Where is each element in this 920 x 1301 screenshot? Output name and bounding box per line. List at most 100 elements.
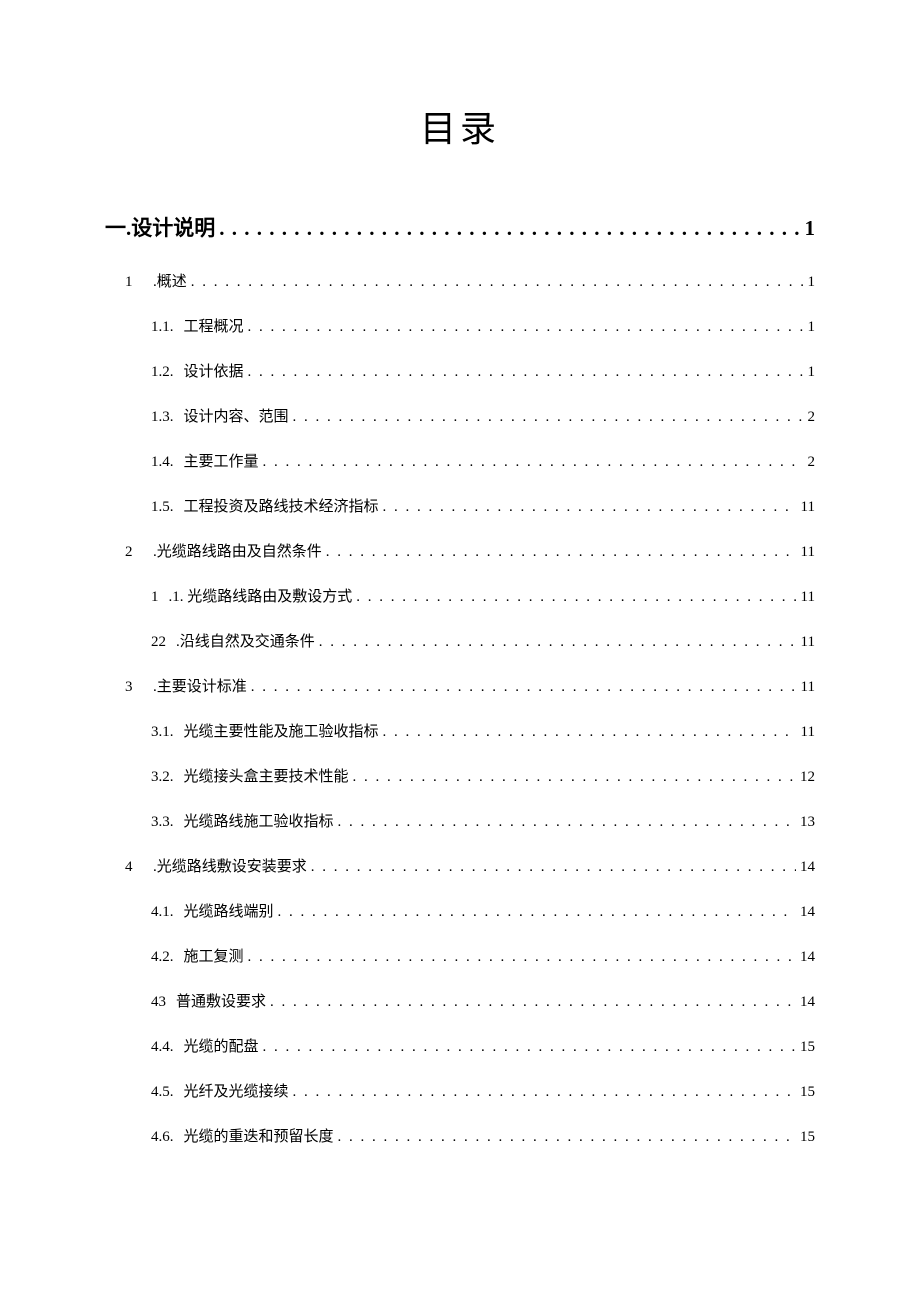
toc-leader-dots: [278, 904, 796, 921]
toc-entry-text: 光缆主要性能及施工验收指标: [184, 720, 379, 741]
toc-entry-text: 主要工作量: [184, 450, 259, 471]
toc-leader-dots: [293, 409, 804, 426]
toc-entry-text: 光缆路线端别: [184, 900, 274, 921]
toc-entry: 2 .光缆路线路由及自然条件 11: [125, 540, 815, 561]
toc-entry-number: 一.: [105, 212, 131, 242]
toc-entry-text: .1. 光缆路线路由及敷设方式: [169, 585, 353, 606]
toc-leader-dots: [293, 1084, 796, 1101]
toc-leader-dots: [248, 364, 804, 381]
toc-entry-page: 1: [805, 216, 816, 241]
toc-entry-text: 施工复测: [184, 945, 244, 966]
toc-leader-dots: [356, 589, 796, 606]
toc-leader-dots: [191, 274, 804, 291]
toc-entry-text: .光缆路线路由及自然条件: [153, 540, 322, 561]
toc-leader-dots: [383, 724, 797, 741]
toc-entry-text: 光缆的重迭和预留长度: [184, 1125, 334, 1146]
toc-title: 目录: [105, 100, 815, 152]
toc-entry: 3.主要设计标准11: [125, 675, 815, 696]
toc-leader-dots: [319, 634, 797, 651]
toc-entry-page: 1: [808, 319, 816, 336]
toc-entry: 1.3. 设计内容、范围 2: [151, 405, 815, 426]
toc-entry-page: 15: [800, 1039, 815, 1056]
toc-leader-dots: [251, 679, 797, 696]
toc-leader-dots: [263, 454, 804, 471]
toc-entry-number: 1: [125, 274, 145, 291]
toc-entry: 4.1.光缆路线端别14: [151, 900, 815, 921]
toc-entry-number: 2: [125, 544, 145, 561]
toc-entry-number: 22: [151, 634, 166, 651]
toc-entry-number: 3: [125, 679, 145, 696]
toc-leader-dots: [248, 319, 804, 336]
toc-entry-page: 13: [800, 814, 815, 831]
toc-entry: 3.2. 光缆接头盒主要技术性能 12: [151, 765, 815, 786]
toc-entry: 3.3.光缆路线施工验收指标13: [151, 810, 815, 831]
toc-entry-text: 光缆接头盒主要技术性能: [184, 765, 349, 786]
toc-entry-number: 43: [151, 994, 166, 1011]
toc-container: 一. 设计说明 11.概述11.1.工程概况11.2.设计依据11.3.设计内容…: [105, 212, 815, 1146]
toc-leader-dots: [270, 994, 796, 1011]
toc-entry-page: 1: [808, 364, 816, 381]
toc-entry-text: 光纤及光缆接续: [184, 1080, 289, 1101]
toc-entry-page: 2: [808, 409, 816, 426]
toc-entry-text: 设计内容、范围: [184, 405, 289, 426]
toc-entry: 22 .沿线自然及交通条件 11: [151, 630, 815, 651]
toc-entry: 一. 设计说明 1: [105, 212, 815, 242]
toc-leader-dots: [311, 859, 796, 876]
toc-entry: 1.2. 设计依据 1: [151, 360, 815, 381]
toc-entry-page: 1: [808, 274, 816, 291]
toc-entry-text: 普通敷设要求: [176, 990, 266, 1011]
toc-entry: 4.2. 施工复测 14: [151, 945, 815, 966]
toc-leader-dots: [338, 814, 796, 831]
toc-entry-page: 2: [808, 454, 816, 471]
toc-entry-page: 14: [800, 994, 815, 1011]
toc-entry: 1.4. 主要工作量 2: [151, 450, 815, 471]
toc-entry-number: 1.1.: [151, 319, 174, 336]
toc-entry: 1.5. 工程投资及路线技术经济指标 11: [151, 495, 815, 516]
toc-entry-text: 光缆的配盘: [184, 1035, 259, 1056]
toc-entry-text: 设计依据: [184, 360, 244, 381]
toc-entry: 4.4.光缆的配盘15: [151, 1035, 815, 1056]
toc-entry-number: 4.6.: [151, 1129, 174, 1146]
toc-entry-number: 1.5.: [151, 499, 174, 516]
toc-leader-dots: [248, 949, 796, 966]
toc-entry: 3.1. 光缆主要性能及施工验收指标 11: [151, 720, 815, 741]
toc-entry-number: 4.2.: [151, 949, 174, 966]
toc-leader-dots: [383, 499, 797, 516]
toc-entry-page: 11: [801, 544, 815, 561]
toc-entry-number: 4: [125, 859, 145, 876]
toc-entry: 4 .光缆路线敷设安装要求 14: [125, 855, 815, 876]
toc-entry-number: 3.2.: [151, 769, 174, 786]
toc-entry: 4.6. 光缆的重迭和预留长度 15: [151, 1125, 815, 1146]
toc-entry-number: 1.3.: [151, 409, 174, 426]
toc-entry: 43 普通敷设要求 14: [151, 990, 815, 1011]
toc-leader-dots: [219, 216, 800, 241]
toc-entry-number: 1.4.: [151, 454, 174, 471]
toc-entry: 4.5. 光纤及光缆接续 15: [151, 1080, 815, 1101]
toc-entry-page: 11: [801, 724, 815, 741]
toc-entry-page: 14: [800, 949, 815, 966]
toc-leader-dots: [326, 544, 797, 561]
toc-entry-page: 12: [800, 769, 815, 786]
toc-entry-text: 设计说明: [131, 212, 215, 242]
toc-entry-text: 光缆路线施工验收指标: [184, 810, 334, 831]
toc-entry: 1.1. 工程概况 1: [151, 315, 815, 336]
toc-entry-text: .沿线自然及交通条件: [176, 630, 315, 651]
toc-entry-text: .概述: [153, 270, 187, 291]
toc-entry-text: 工程投资及路线技术经济指标: [184, 495, 379, 516]
toc-entry-page: 11: [801, 589, 815, 606]
toc-entry-number: 4.5.: [151, 1084, 174, 1101]
toc-leader-dots: [263, 1039, 796, 1056]
toc-entry-page: 14: [800, 859, 815, 876]
toc-entry-page: 11: [801, 634, 815, 651]
toc-entry-page: 15: [800, 1084, 815, 1101]
toc-entry-number: 4.1.: [151, 904, 174, 921]
toc-leader-dots: [353, 769, 796, 786]
toc-entry: 1 .概述 1: [125, 270, 815, 291]
toc-entry-text: .光缆路线敷设安装要求: [153, 855, 307, 876]
toc-entry-page: 15: [800, 1129, 815, 1146]
toc-entry-number: 1.2.: [151, 364, 174, 381]
toc-entry-page: 11: [801, 499, 815, 516]
toc-entry-text: 工程概况: [184, 315, 244, 336]
toc-entry-number: 3.1.: [151, 724, 174, 741]
toc-entry: 1.1. 光缆路线路由及敷设方式11: [151, 585, 815, 606]
